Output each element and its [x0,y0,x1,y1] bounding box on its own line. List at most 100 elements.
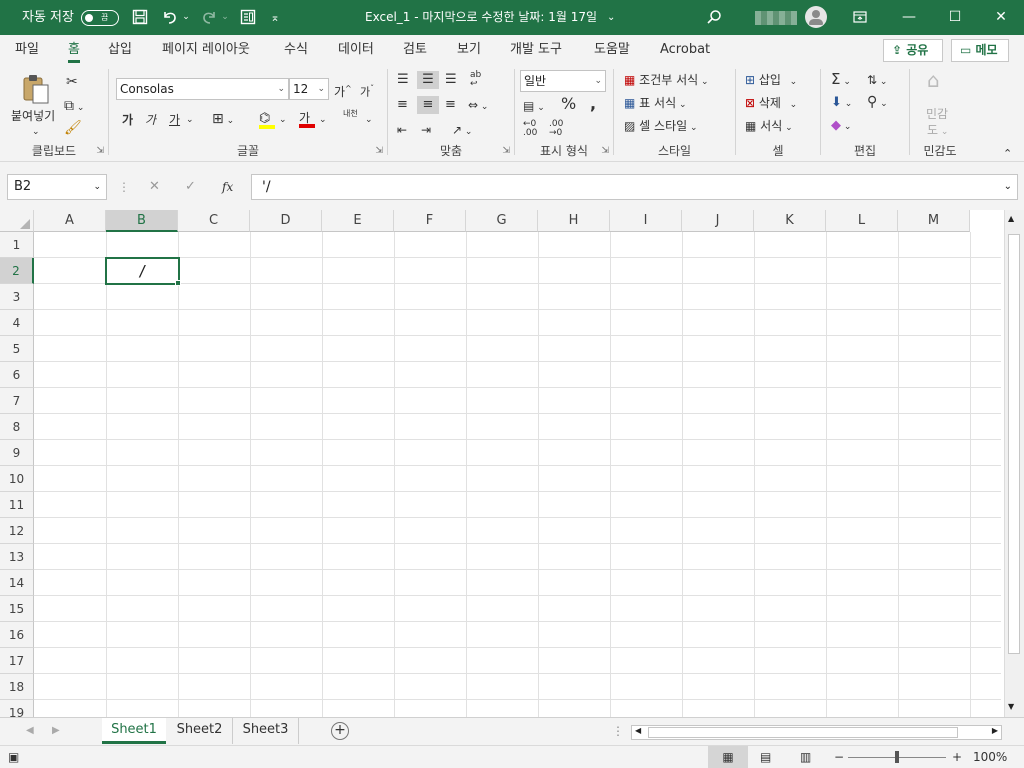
row-header-8[interactable]: 8 [0,414,34,440]
align-left-icon[interactable]: ≡ [397,96,408,114]
vertical-scrollbar[interactable]: ▲ ▼ [1004,210,1024,717]
tab-data[interactable]: 데이터 [338,35,374,65]
active-cell[interactable]: / [105,257,180,285]
column-header-a[interactable]: A [34,210,106,232]
delete-cells-button[interactable]: ⊠ 삭제 ⌄ [745,94,797,114]
row-header-5[interactable]: 5 [0,336,34,362]
align-middle-icon[interactable]: ☰ [417,71,439,89]
align-center-icon[interactable]: ≡ [417,96,439,114]
clipboard-launcher-icon[interactable]: ⇲ [96,146,104,156]
zoom-level[interactable]: 100% [973,748,1007,766]
fill-icon[interactable]: ⬇ ⌄ [831,94,852,113]
row-header-1[interactable]: 1 [0,232,34,258]
tab-file[interactable]: 파일 [15,35,39,65]
merge-center-icon[interactable]: ⇔ ⌄ [468,96,488,116]
align-top-icon[interactable]: ☰ [397,71,409,89]
add-sheet-icon[interactable]: + [331,722,349,740]
increase-indent-icon[interactable]: ⇥ [421,121,431,139]
row-header-17[interactable]: 17 [0,648,34,674]
percent-style-icon[interactable]: % [561,95,576,113]
column-header-g[interactable]: G [466,210,538,232]
select-all-corner[interactable] [0,210,34,232]
form-icon[interactable] [237,0,259,35]
format-as-table-button[interactable]: ▦ 표 서식 ⌄ [624,94,687,114]
font-size-combo[interactable]: 12 ⌄ [289,78,329,100]
font-color-button[interactable]: 가 [299,109,315,128]
find-select-icon[interactable]: ⚲ ⌄ [867,93,888,113]
increase-decimal-icon[interactable]: ←0.00 [523,120,537,138]
cut-icon[interactable]: ✂ [66,73,78,91]
normal-view-icon[interactable]: ▦ [708,746,748,768]
page-layout-view-icon[interactable]: ▤ [760,748,771,766]
bold-button[interactable]: 가 [122,111,133,129]
row-header-18[interactable]: 18 [0,674,34,700]
zoom-slider-thumb[interactable] [895,751,899,763]
insert-function-icon[interactable]: fx [222,178,233,196]
column-header-d[interactable]: D [250,210,322,232]
align-bottom-icon[interactable]: ☰ [445,71,457,89]
column-header-f[interactable]: F [394,210,466,232]
accounting-format-icon[interactable]: ▤ ⌄ [523,97,545,117]
row-header-13[interactable]: 13 [0,544,34,570]
maximize-icon[interactable]: ☐ [932,0,978,35]
conditional-formatting-button[interactable]: ▦ 조건부 서식 ⌄ [624,71,709,91]
tab-developer[interactable]: 개발 도구 [510,35,562,65]
cell-styles-button[interactable]: ▨ 셀 스타일 ⌄ [624,117,698,137]
page-break-view-icon[interactable]: ▥ [800,748,811,766]
orientation-icon[interactable]: ↗ ⌄ [452,121,472,141]
tab-review[interactable]: 검토 [403,35,427,65]
row-header-19[interactable]: 19 [0,700,34,717]
clear-icon[interactable]: ◆ ⌄ [831,117,851,136]
prev-sheet-icon[interactable]: ◀ [26,722,34,740]
share-button[interactable]: ⇪ 공유 [883,39,943,62]
title-dropdown-icon[interactable]: ⌄ [607,0,615,35]
row-header-11[interactable]: 11 [0,492,34,518]
autosave-toggle[interactable]: 끔 [81,10,119,26]
row-header-9[interactable]: 9 [0,440,34,466]
collapse-ribbon-icon[interactable]: ⌃ [1003,145,1012,163]
alignment-launcher-icon[interactable]: ⇲ [502,146,510,156]
italic-button[interactable]: 가 [145,111,156,129]
zoom-in-icon[interactable]: + [952,748,962,766]
font-color-dropdown-icon[interactable]: ⌄ [319,111,327,129]
column-header-b[interactable]: B [106,210,178,232]
avatar[interactable] [805,6,827,28]
fill-handle[interactable] [175,280,181,286]
undo-icon[interactable] [159,0,181,35]
phonetic-button[interactable]: 내천 [343,109,359,118]
row-header-4[interactable]: 4 [0,310,34,336]
sheet-tab-sheet3[interactable]: Sheet3 [233,718,299,744]
minimize-icon[interactable]: — [886,0,932,35]
row-header-6[interactable]: 6 [0,362,34,388]
vertical-scroll-thumb[interactable] [1008,234,1020,654]
worksheet-grid[interactable]: A B C D E F G H I J K L M 1 2 3 4 5 6 7 8 9 10 11 12 13 14 15 16 17 18… [0,210,1024,717]
column-header-l[interactable]: L [826,210,898,232]
row-header-2[interactable]: 2 [0,258,34,284]
tab-formulas[interactable]: 수식 [284,35,308,65]
formula-input[interactable]: '/⌄ [251,174,1018,200]
insert-cells-button[interactable]: ⊞ 삽입 ⌄ [745,71,797,91]
column-header-k[interactable]: K [754,210,826,232]
paste-dropdown-icon[interactable]: ⌄ [32,123,40,141]
font-name-combo[interactable]: Consolas ⌄ [116,78,289,100]
row-header-7[interactable]: 7 [0,388,34,414]
paste-icon[interactable] [20,73,52,110]
row-header-14[interactable]: 14 [0,570,34,596]
tab-view[interactable]: 보기 [457,35,481,65]
sheet-tab-sheet2[interactable]: Sheet2 [167,718,233,744]
customize-qat-icon[interactable]: ⌅ [267,0,283,35]
column-header-j[interactable]: J [682,210,754,232]
undo-dropdown-icon[interactable]: ⌄ [181,0,191,35]
tab-insert[interactable]: 삽입 [108,35,132,65]
sort-filter-icon[interactable]: ⇅ ⌄ [867,71,887,91]
column-header-h[interactable]: H [538,210,610,232]
grow-font-button[interactable]: 가^ [334,80,352,101]
row-header-10[interactable]: 10 [0,466,34,492]
row-header-16[interactable]: 16 [0,622,34,648]
format-cells-button[interactable]: ▦ 서식 ⌄ [745,117,793,137]
row-header-15[interactable]: 15 [0,596,34,622]
autosum-icon[interactable]: Σ ⌄ [831,70,851,91]
column-header-c[interactable]: C [178,210,250,232]
number-launcher-icon[interactable]: ⇲ [601,146,609,156]
wrap-text-icon[interactable]: ab ↩ [470,71,481,89]
